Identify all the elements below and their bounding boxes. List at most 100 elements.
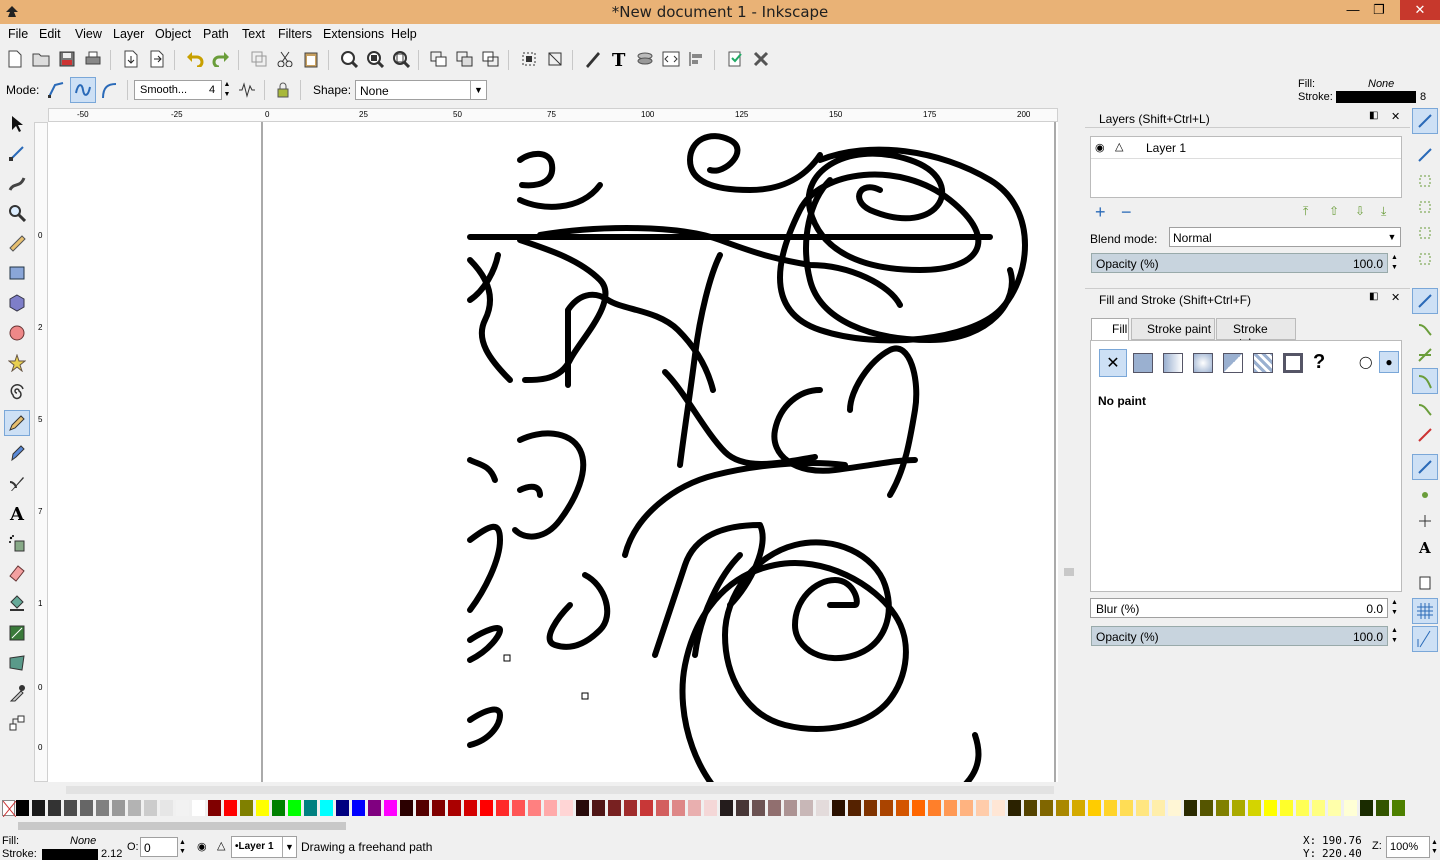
import-icon[interactable] <box>120 48 142 70</box>
palette-swatch[interactable] <box>368 800 381 816</box>
palette-swatch[interactable] <box>912 800 925 816</box>
palette-swatch[interactable] <box>752 800 765 816</box>
palette-swatch[interactable] <box>1328 800 1341 816</box>
palette-swatch[interactable] <box>1120 800 1133 816</box>
chevron-down-icon[interactable]: ▼ <box>470 81 486 99</box>
palette-swatch[interactable] <box>944 800 957 816</box>
palette-swatch[interactable] <box>704 800 717 816</box>
palette-swatch[interactable] <box>192 800 205 816</box>
snap-bbox-icon[interactable] <box>1414 144 1436 166</box>
select-tool-icon[interactable] <box>4 110 30 136</box>
zoom-spinner[interactable]: ▲ ▼ <box>1431 838 1438 856</box>
preferences-icon[interactable] <box>750 48 772 70</box>
open-icon[interactable] <box>30 48 52 70</box>
palette-swatch[interactable] <box>624 800 637 816</box>
no-paint-icon[interactable]: ✕ <box>1099 349 1127 377</box>
palette-swatch[interactable] <box>1264 800 1277 816</box>
menu-extensions[interactable]: Extensions <box>323 27 384 41</box>
palette-swatch[interactable] <box>1248 800 1261 816</box>
snap-bbox-edge-icon[interactable] <box>1414 170 1436 192</box>
palette-swatch[interactable] <box>1360 800 1373 816</box>
menu-filters[interactable]: Filters <box>278 27 312 41</box>
text-font-icon[interactable]: T <box>608 48 630 70</box>
palette-swatch[interactable] <box>32 800 45 816</box>
xml-editor-icon[interactable] <box>660 48 682 70</box>
status-stroke-width[interactable]: 2.12 <box>101 848 122 860</box>
menu-object[interactable]: Object <box>155 27 191 41</box>
layer-lock-icon[interactable]: △ <box>217 839 225 852</box>
zoom-value[interactable]: 100% <box>1390 841 1418 853</box>
palette-swatch[interactable] <box>640 800 653 816</box>
palette-swatch[interactable] <box>320 800 333 816</box>
snap-enable-icon[interactable] <box>1412 108 1438 134</box>
palette-swatch[interactable] <box>720 800 733 816</box>
status-stroke-swatch[interactable] <box>42 849 98 860</box>
horizontal-scrollbar[interactable] <box>56 784 1066 796</box>
add-layer-icon[interactable]: + <box>1095 202 1106 223</box>
palette-swatch[interactable] <box>656 800 669 816</box>
spray-tool-icon[interactable] <box>4 530 30 556</box>
lock-icon[interactable]: △ <box>1115 140 1123 153</box>
palette-swatch[interactable] <box>480 800 493 816</box>
palette-swatch[interactable] <box>1168 800 1181 816</box>
current-layer-select[interactable]: •Layer 1 <box>235 841 274 852</box>
zoom-page-icon[interactable] <box>390 48 412 70</box>
star-tool-icon[interactable] <box>4 350 30 376</box>
palette-swatch[interactable] <box>800 800 813 816</box>
palette-swatch[interactable] <box>576 800 589 816</box>
palette-swatch[interactable] <box>1216 800 1229 816</box>
close-button[interactable]: ✕ <box>1400 0 1440 20</box>
print-icon[interactable] <box>82 48 104 70</box>
snap-path-icon[interactable] <box>1414 318 1436 340</box>
document-properties-icon[interactable] <box>724 48 746 70</box>
palette-swatch[interactable] <box>1024 800 1037 816</box>
layer-to-top-icon[interactable]: ⤒ <box>1303 204 1308 219</box>
opacity-spinner[interactable]: ▲ ▼ <box>179 838 186 856</box>
layer-name[interactable]: Layer 1 <box>1146 141 1186 155</box>
fill-indicator-value[interactable]: None <box>1368 78 1394 90</box>
palette-swatch[interactable] <box>1008 800 1021 816</box>
palette-swatch[interactable] <box>736 800 749 816</box>
flat-color-icon[interactable] <box>1133 353 1153 373</box>
palette-swatch[interactable] <box>1152 800 1165 816</box>
shape-select-value[interactable]: None <box>360 84 389 98</box>
palette-swatch[interactable] <box>688 800 701 816</box>
palette-swatch[interactable] <box>880 800 893 816</box>
palette-swatch[interactable] <box>1312 800 1325 816</box>
maximize-button[interactable]: ❐ <box>1366 0 1392 20</box>
palette-swatch[interactable] <box>272 800 285 816</box>
palette-swatch[interactable] <box>304 800 317 816</box>
palette-swatch[interactable] <box>1200 800 1213 816</box>
status-opacity-value[interactable]: 0 <box>144 841 151 855</box>
tab-stroke-style[interactable]: Stroke style <box>1216 318 1296 350</box>
palette-swatch[interactable] <box>544 800 557 816</box>
align-icon[interactable] <box>518 48 540 70</box>
palette-swatch[interactable] <box>176 800 189 816</box>
palette-swatch[interactable] <box>1344 800 1357 816</box>
snap-grid-icon[interactable] <box>1412 598 1438 624</box>
blur-value[interactable]: 0.0 <box>1366 602 1383 616</box>
palette-swatch[interactable] <box>400 800 413 816</box>
palette-swatch[interactable] <box>592 800 605 816</box>
eraser-tool-icon[interactable] <box>4 560 30 586</box>
unset-paint-icon[interactable]: ? <box>1313 351 1325 374</box>
raise-icon[interactable] <box>480 48 502 70</box>
bspline-mode-icon[interactable] <box>98 79 120 101</box>
palette-swatch[interactable] <box>496 800 509 816</box>
palette-swatch[interactable] <box>992 800 1005 816</box>
palette-swatch[interactable] <box>48 800 61 816</box>
node-tool-icon[interactable] <box>4 140 30 166</box>
no-color-swatch[interactable] <box>2 800 17 818</box>
snap-intersection-icon[interactable] <box>1414 344 1436 366</box>
palette-swatch[interactable] <box>960 800 973 816</box>
layers-icon[interactable] <box>634 48 656 70</box>
palette-swatch[interactable] <box>1280 800 1293 816</box>
snap-center-icon[interactable] <box>1414 484 1436 506</box>
zoom-drawing-icon[interactable] <box>364 48 386 70</box>
group-icon[interactable] <box>428 48 450 70</box>
snap-others-icon[interactable] <box>1412 454 1438 480</box>
swatch-icon[interactable] <box>1283 353 1303 373</box>
menu-layer[interactable]: Layer <box>113 27 144 41</box>
vertical-scrollbar[interactable] <box>1062 122 1074 782</box>
3d-box-tool-icon[interactable] <box>4 290 30 316</box>
